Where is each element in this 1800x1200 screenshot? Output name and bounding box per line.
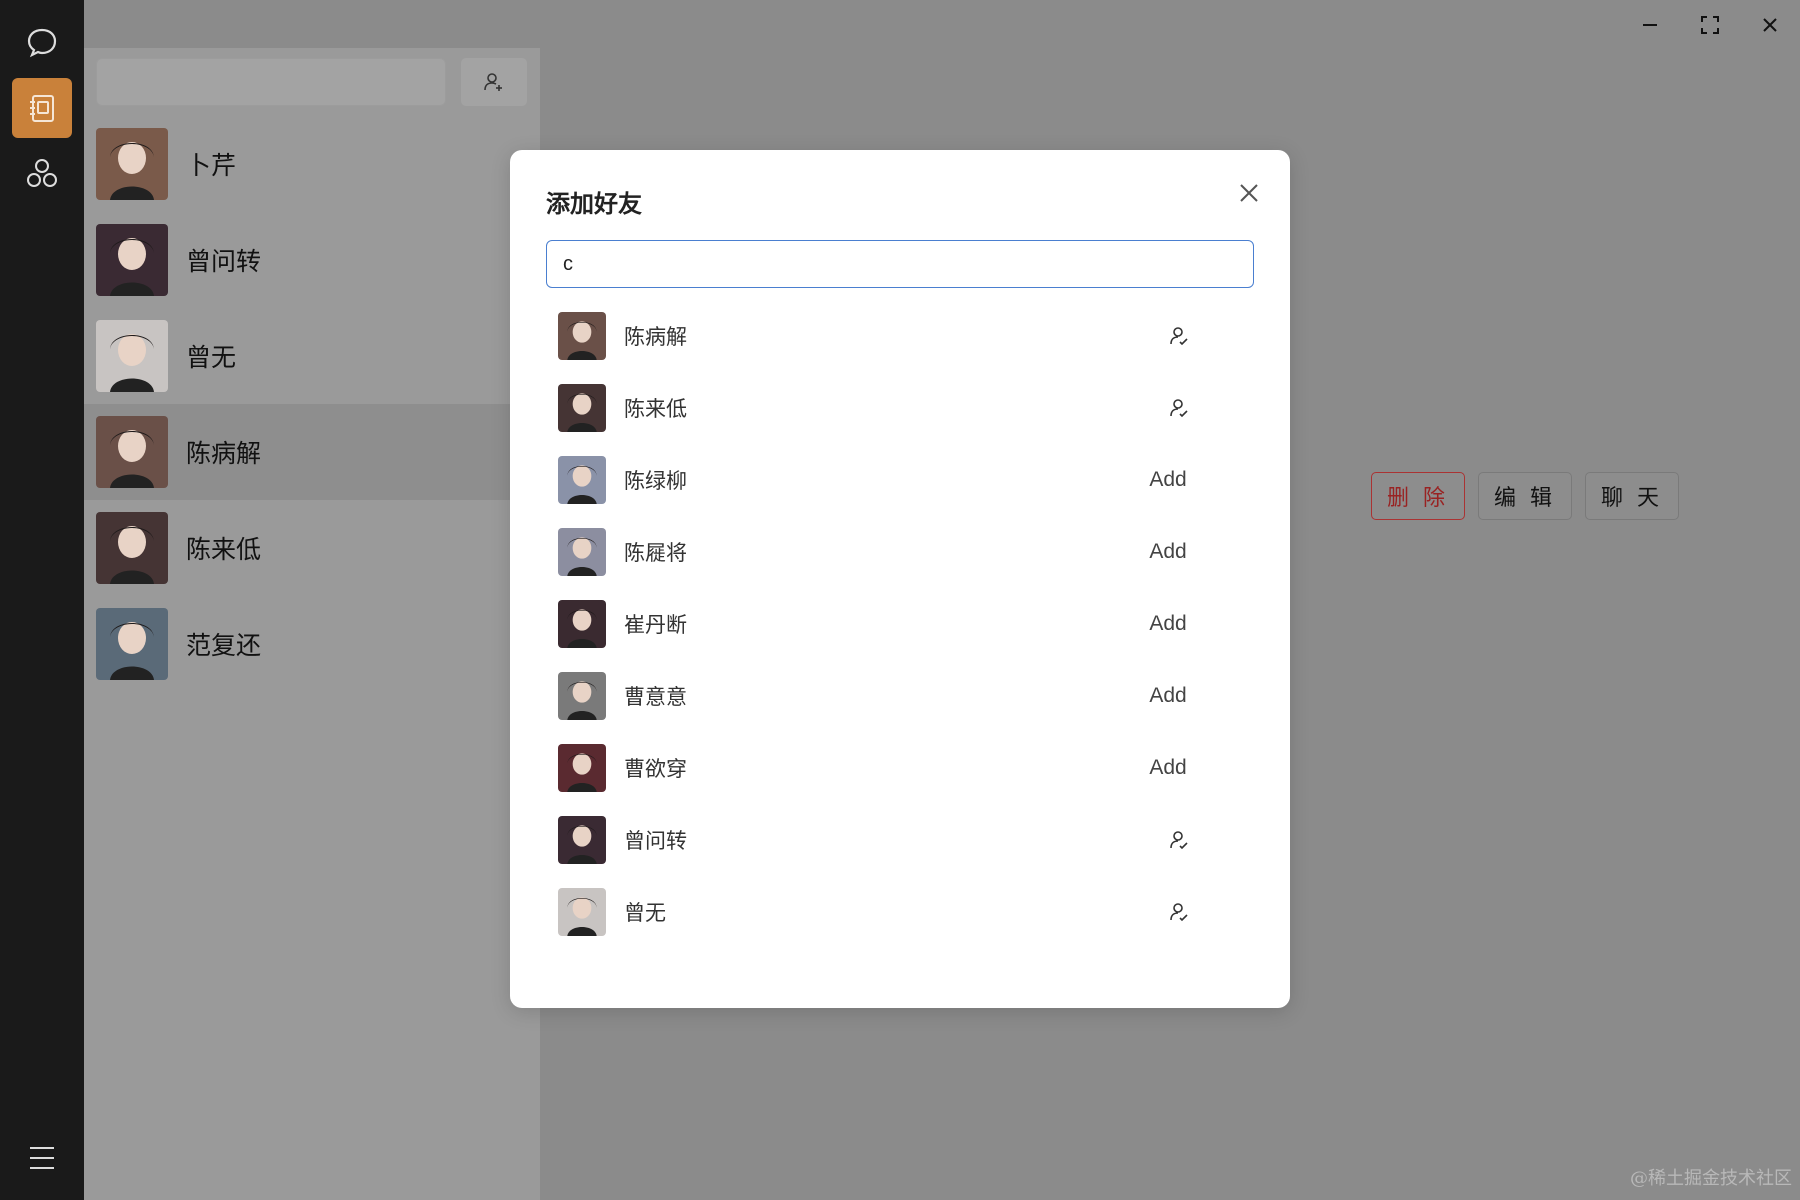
- contact-item[interactable]: 卜芹: [84, 116, 540, 212]
- contacts-nav-button[interactable]: [12, 78, 72, 138]
- contact-name: 曾问转: [186, 248, 262, 276]
- avatar: [558, 672, 606, 720]
- contact-list-panel: 卜芹曾问转曾无陈病解陈来低范复还: [84, 48, 540, 1200]
- contact-item[interactable]: 曾问转: [84, 212, 540, 308]
- avatar: [558, 744, 606, 792]
- add-friend-button[interactable]: [460, 57, 528, 107]
- result-name: 曹意意: [624, 686, 687, 709]
- close-window-button[interactable]: [1750, 8, 1790, 42]
- result-row: 陈屣将 Add: [546, 516, 1254, 588]
- already-friend-icon: [1168, 901, 1190, 923]
- chat-bubble-icon: [27, 28, 57, 58]
- close-icon: [1240, 184, 1258, 202]
- avatar: [96, 608, 168, 680]
- minimize-icon: [1643, 24, 1657, 26]
- avatar: [96, 224, 168, 296]
- avatar: [96, 128, 168, 200]
- contact-name: 卜芹: [186, 152, 237, 180]
- contact-search-input[interactable]: [96, 58, 446, 106]
- edit-button[interactable]: 编 辑: [1478, 472, 1572, 520]
- avatar: [558, 384, 606, 432]
- add-user-icon: [484, 73, 502, 91]
- result-name: 陈病解: [624, 326, 687, 349]
- already-friend-icon: [1168, 325, 1190, 347]
- contact-item[interactable]: 曾无: [84, 308, 540, 404]
- add-button[interactable]: Add: [1138, 756, 1198, 780]
- modal-title: 添加好友: [546, 191, 642, 218]
- delete-button[interactable]: 删 除: [1371, 472, 1465, 520]
- fullscreen-icon: [1701, 16, 1719, 34]
- result-name: 陈来低: [624, 398, 687, 421]
- avatar: [558, 816, 606, 864]
- result-row: 陈病解: [546, 300, 1254, 372]
- add-button[interactable]: Add: [1138, 684, 1198, 708]
- avatar: [558, 888, 606, 936]
- result-name: 曾问转: [624, 830, 687, 853]
- contact-name: 曾无: [186, 344, 237, 372]
- contact-item[interactable]: 陈病解: [84, 404, 540, 500]
- result-name: 陈屣将: [624, 542, 687, 565]
- result-row: 曹欲穿 Add: [546, 732, 1254, 804]
- contact-name: 陈来低: [186, 536, 262, 564]
- avatar: [96, 416, 168, 488]
- result-name: 曹欲穿: [624, 758, 687, 781]
- result-row: 曾无: [546, 876, 1254, 948]
- result-row: 陈来低: [546, 372, 1254, 444]
- avatar: [558, 600, 606, 648]
- avatar: [96, 512, 168, 584]
- already-friend-icon: [1168, 829, 1190, 851]
- watermark: @稀土掘金技术社区: [1630, 1168, 1792, 1189]
- contacts-book-icon: [30, 95, 54, 122]
- left-rail: [0, 0, 84, 1200]
- result-row: 崔丹断 Add: [546, 588, 1254, 660]
- contact-name: 陈病解: [186, 440, 262, 468]
- hamburger-menu-icon: [30, 1147, 54, 1169]
- add-button[interactable]: Add: [1138, 612, 1198, 636]
- search-results-list: 陈病解陈来低陈绿柳 Add 陈屣将 Add 崔丹断 Add 曹意意 Add 曹欲穿 Add 曾问转曾…: [546, 300, 1254, 972]
- maximize-button[interactable]: [1690, 8, 1730, 42]
- contact-item[interactable]: 范复还: [84, 596, 540, 692]
- modal-close-button[interactable]: [1234, 178, 1264, 208]
- result-row: 曹意意 Add: [546, 660, 1254, 732]
- result-row: 曾问转: [546, 804, 1254, 876]
- menu-button[interactable]: [12, 1128, 72, 1188]
- avatar: [558, 528, 606, 576]
- contact-name: 范复还: [186, 632, 262, 660]
- chat-button[interactable]: 聊 天: [1585, 472, 1679, 520]
- chat-nav-button[interactable]: [12, 12, 72, 72]
- result-name: 崔丹断: [624, 614, 687, 637]
- minimize-button[interactable]: [1630, 8, 1670, 42]
- close-icon: [1763, 18, 1777, 32]
- add-friend-modal: 添加好友 陈病解陈来低陈绿柳 Add 陈屣将 Add 崔丹断 Add 曹意意 Add 曹欲穿 Ad…: [510, 150, 1290, 1008]
- groups-icon: [27, 159, 57, 187]
- already-friend-icon: [1168, 397, 1190, 419]
- add-button[interactable]: Add: [1138, 468, 1198, 492]
- friend-search-input[interactable]: [546, 240, 1254, 288]
- result-row: 陈绿柳 Add: [546, 444, 1254, 516]
- avatar: [558, 456, 606, 504]
- result-name: 曾无: [624, 902, 666, 925]
- avatar: [96, 320, 168, 392]
- groups-nav-button[interactable]: [12, 144, 72, 204]
- title-bar: [84, 0, 1800, 48]
- avatar: [558, 312, 606, 360]
- contact-item[interactable]: 陈来低: [84, 500, 540, 596]
- result-name: 陈绿柳: [624, 470, 687, 493]
- add-button[interactable]: Add: [1138, 540, 1198, 564]
